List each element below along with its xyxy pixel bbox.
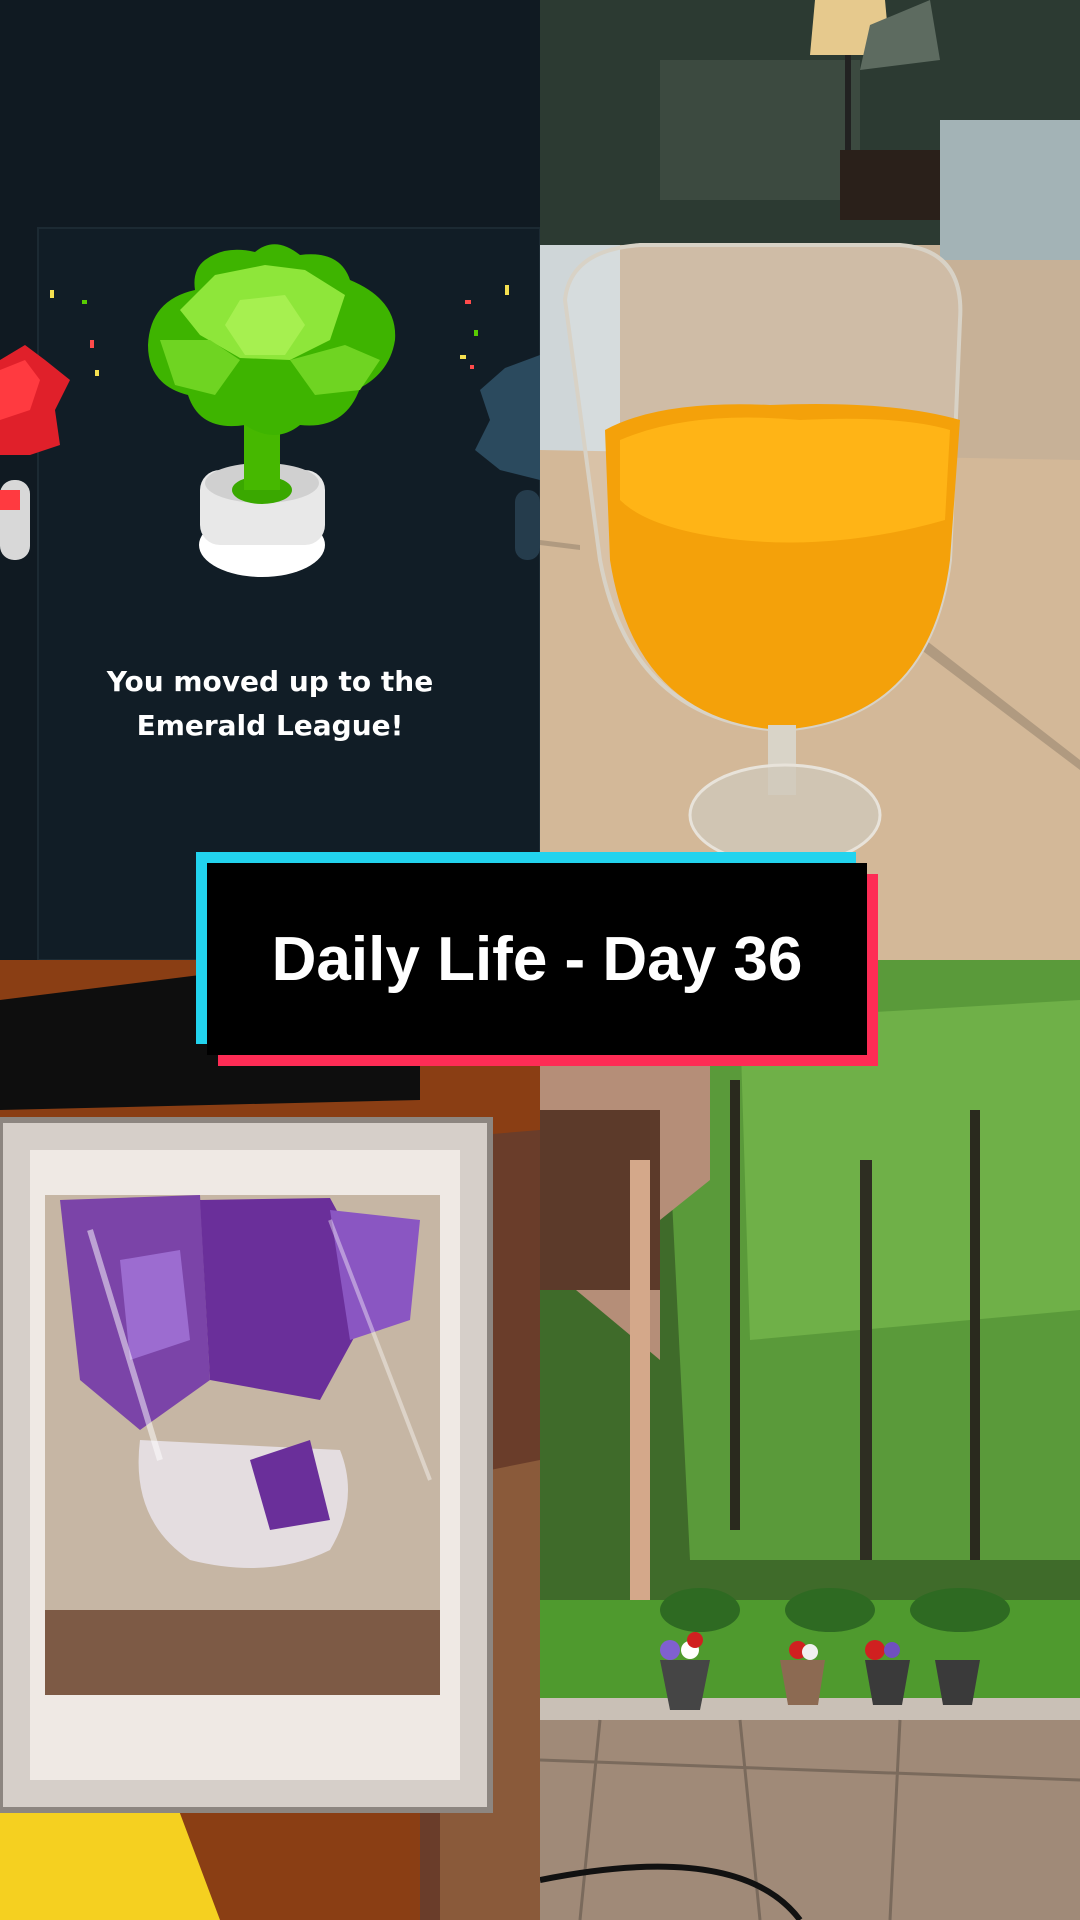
league-promotion-panel: You moved up to the Emerald League!	[0, 0, 540, 960]
video-title-banner: Daily Life - Day 36	[196, 852, 878, 1066]
lavender-diamond-painting-image	[0, 960, 540, 1920]
orange-juice-photo	[540, 0, 1080, 960]
backyard-garden-image	[540, 960, 1080, 1920]
orange-juice-glass-image	[540, 0, 1080, 960]
backyard-garden-photo	[540, 960, 1080, 1920]
title-box: Daily Life - Day 36	[207, 863, 867, 1055]
lavender-painting-photo	[0, 960, 540, 1920]
league-illustration	[0, 227, 540, 960]
message-line-2: Emerald League!	[136, 709, 404, 742]
league-promotion-message: You moved up to the Emerald League!	[0, 660, 540, 748]
video-title: Daily Life - Day 36	[271, 924, 803, 994]
message-line-1: You moved up to the	[106, 665, 434, 698]
